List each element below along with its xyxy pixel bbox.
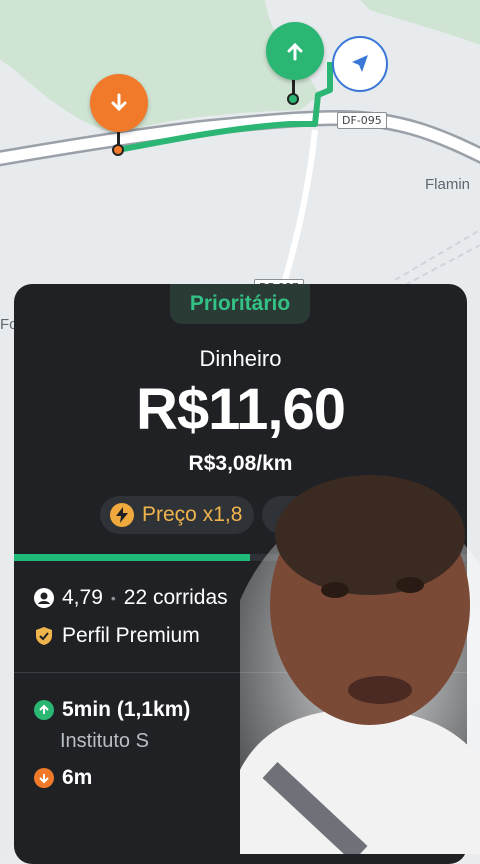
payment-method: Dinheiro	[199, 346, 282, 371]
trip-eta: 6m	[62, 766, 93, 789]
arrow-down-icon	[111, 93, 127, 112]
pickup-eta: 5min (1,1km)	[62, 698, 191, 721]
trip-eta-row: 6m	[34, 766, 92, 790]
category-badge: Prioritário	[170, 284, 310, 324]
person-eye-left	[321, 582, 349, 598]
road-badge-df095: DF-095	[337, 112, 387, 129]
passenger-rides: 22 corridas	[123, 586, 228, 609]
pickup-arrow-icon	[34, 700, 54, 720]
passenger-rating: 4,79	[62, 586, 103, 609]
offer-price: R$11,60	[135, 377, 346, 442]
offer-timer-fill	[14, 554, 250, 561]
person-hair	[275, 475, 465, 595]
pickup-eta-row: 5min (1,1km)	[34, 698, 190, 722]
arrow-up-icon	[287, 42, 303, 61]
user-icon	[34, 588, 54, 608]
passenger-profile-row: Perfil Premium	[34, 624, 200, 648]
multiplier-label: Preço x1,8	[142, 503, 243, 526]
passenger-profile: Perfil Premium	[62, 624, 200, 647]
current-location-button[interactable]	[332, 36, 388, 92]
navigation-arrow-icon	[352, 55, 368, 72]
pickup-place: Instituto S	[60, 730, 149, 752]
place-label-right: Flamin	[425, 176, 471, 193]
price-multiplier-chip: Preço x1,8	[100, 496, 254, 534]
pickup-pin[interactable]	[266, 22, 324, 80]
dropoff-pin[interactable]	[90, 74, 148, 132]
person-eye-right	[396, 577, 424, 593]
dropoff-pin-dot	[112, 144, 124, 156]
separator-dot: •	[110, 590, 116, 606]
person-mouth	[348, 676, 412, 704]
driver-video-overlay	[240, 475, 480, 854]
passenger-rating-row: 4,79 • 22 corridas	[34, 586, 228, 610]
lightning-icon	[110, 503, 134, 527]
pickup-pin-dot	[287, 93, 299, 105]
shield-check-icon	[36, 627, 52, 645]
dropoff-arrow-icon	[34, 768, 54, 788]
